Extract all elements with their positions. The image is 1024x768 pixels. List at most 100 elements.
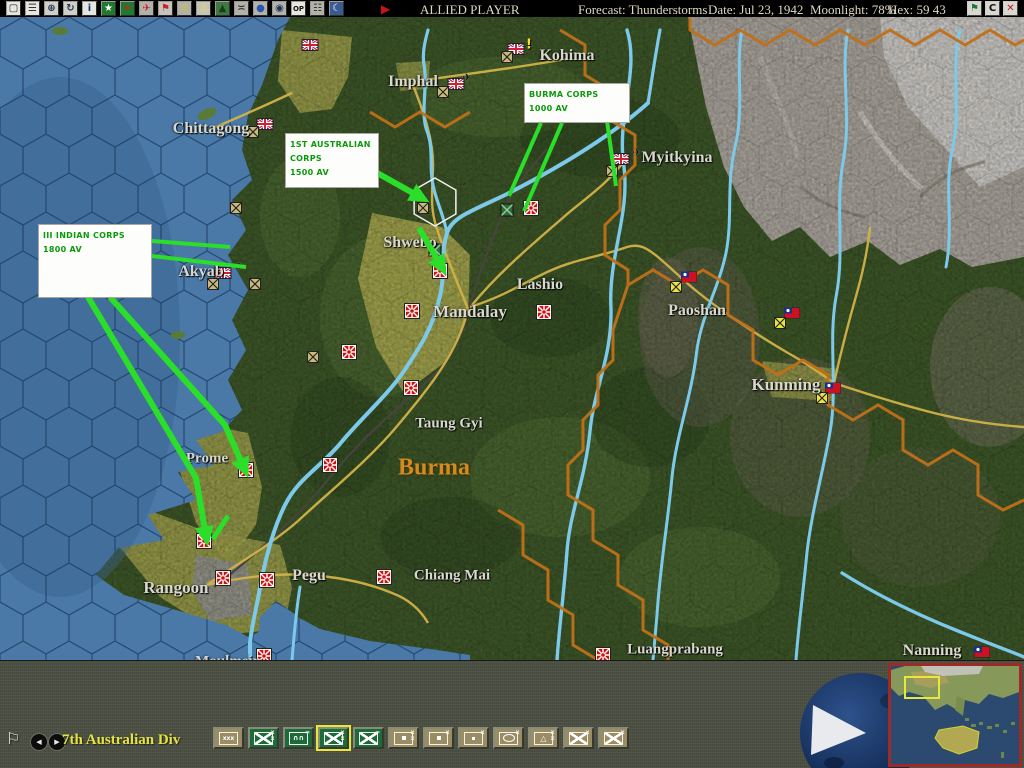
unit-infantry-selected-button[interactable]: xx [316,725,351,751]
globe-zoom-icon[interactable]: ◉ [272,1,287,16]
city-label-myitkyina: Myitkyina [641,149,713,166]
jp-unit-icon[interactable] [432,263,448,279]
unit-infantry-2-button[interactable]: = [353,727,384,749]
status-bar: ⚐ ◀ ▶ 7th Australian Div xxx x x ∩∩ = x x = x x x x… [0,660,1024,768]
unit-artillery-1-button[interactable]: xx [388,727,419,749]
unit-infantry-3-button[interactable]: x [563,727,594,749]
flag-toggle-button[interactable]: ⚑ [967,1,982,16]
uk-unit-icon[interactable] [255,116,275,132]
op-report-icon[interactable]: OP [291,1,306,16]
plane-unit-icon: ✈ [235,260,245,273]
close-button[interactable]: ✕ [1003,1,1018,16]
hex-coords-label: Hex: 59 43 [888,2,946,17]
unit-size-marks: xx [270,729,275,742]
toolbar: ▢ ☰ ⊕ ↻ i ★ ✈ ✈ ⚑ ⚓ ⚓ ▲ ≍ ● ◉ OP ☷ ☾ [6,1,348,16]
sup-unit-icon[interactable] [417,202,429,214]
sup-unit-icon[interactable] [230,202,242,214]
jp-unit-icon[interactable] [238,462,254,478]
unit-size-marks: = [374,729,381,736]
ys-unit-icon[interactable] [774,317,786,329]
flag-mode-icon[interactable]: ⚑ [158,1,173,16]
uk-unit-icon[interactable] [300,37,320,53]
jp-unit-icon[interactable] [196,533,212,549]
uk-unit-icon[interactable] [611,151,631,167]
city-label-rangoon: Rangoon [143,578,209,597]
city-label-kunming: Kunming [751,375,821,394]
unit-size-marks: = [304,729,311,736]
jp-unit-icon[interactable] [215,570,231,586]
plane-unit-icon: ✈ [462,71,472,84]
jp-unit-icon[interactable] [523,200,539,216]
strategic-map[interactable]: ! ✈ ✈ ✈ Kohima Imphal Chittagong Myitkyina Shweb… [0,17,1024,660]
forecast-label: Forecast: Thunderstorms [578,2,708,17]
city-label-akyab: Akyab [178,263,224,280]
city-label-chiang-mai: Chiang Mai [413,567,491,584]
city-label-imphal: Imphal [388,73,438,90]
jp-unit-icon[interactable] [595,647,611,660]
unit-motorized-button[interactable]: ∩∩ = [283,727,314,749]
sup-unit-icon[interactable] [437,86,449,98]
jp-unit-icon[interactable] [322,457,338,473]
sup-unit-icon[interactable] [307,351,319,363]
plane-unit-icon: ✈ [632,146,642,159]
bridge-icon[interactable]: ≍ [234,1,249,16]
date-label: Date: Jul 23, 1942 [708,2,804,17]
sup-unit-icon[interactable] [501,51,513,63]
zoom-cycle-icon[interactable]: ↻ [63,1,78,16]
jp-unit-icon[interactable] [341,344,357,360]
info-icon[interactable]: i [82,1,97,16]
terrain-icon[interactable]: ▲ [215,1,230,16]
jp-unit-icon[interactable] [376,569,392,585]
jp-unit-icon[interactable] [259,572,275,588]
unit-armor-button[interactable]: x [493,727,524,749]
air-combat-icon[interactable]: ✈ [120,1,135,16]
prev-unit-button[interactable]: ◀ [30,733,48,751]
globe-icon[interactable]: ● [253,1,268,16]
city-label-pegu: Pegu [292,567,326,584]
sup-unit-icon[interactable] [606,165,618,177]
alert-unit-icon: ! [526,37,532,53]
unit-button-row: xxx x x ∩∩ = x x = x x x x x △ x x x x [213,725,629,751]
game-screen: { "title_bar": { "player": "ALLIED PLAYE… [0,0,1024,768]
zoom-in-icon[interactable]: ⊕ [44,1,59,16]
city-label-lashio: Lashio [516,276,564,293]
unit-size-marks: x [620,729,625,736]
unit-mortar-button[interactable]: x [458,727,489,749]
star-icon[interactable]: ★ [101,1,116,16]
title-bar: ▢ ☰ ⊕ ↻ i ★ ✈ ✈ ⚑ ⚓ ⚓ ▲ ≍ ● ◉ OP ☷ ☾ ▶ ALLIED PLAYER Fore… [0,0,1024,17]
sup-unit-icon[interactable] [249,278,261,290]
moonlight-label: Moonlight: 78% [810,2,896,17]
save-icon[interactable]: ▢ [6,1,21,16]
report-icon[interactable]: ☰ [25,1,40,16]
air-transfer-icon[interactable]: ✈ [139,1,154,16]
unit-aa-button[interactable]: △ x x [528,727,559,749]
unit-infantry-4-button[interactable]: x [598,727,629,749]
flag-toggle-icon[interactable]: ⚐ [6,729,20,748]
jp-unit-icon[interactable] [404,303,420,319]
c-button[interactable]: C [985,1,1000,16]
city-label-shwebo: Shwebo [383,234,437,251]
weather-icon[interactable]: ☾ [329,1,344,16]
jp-unit-icon[interactable] [403,380,419,396]
unit-artillery-2-button[interactable]: x [423,727,454,749]
naval-icon[interactable]: ⚓ [177,1,192,16]
ys-unit-icon[interactable] [670,281,682,293]
city-label-paoshan: Paoshan [668,302,726,319]
city-label-kohima: Kohima [539,47,595,64]
unit-hq-button[interactable]: xxx [213,727,244,749]
jp-unit-icon[interactable] [536,304,552,320]
end-turn-icon[interactable]: ▶ [378,1,393,16]
gu-unit-icon[interactable] [500,203,514,217]
unit-size-marks: x [445,729,450,736]
cn-unit-icon[interactable] [973,646,991,658]
task-force-icon[interactable]: ⚓ [196,1,211,16]
minimap[interactable] [888,663,1022,767]
unit-symbol: xxx [219,731,238,745]
ruler-icon[interactable]: ☷ [310,1,325,16]
cn-unit-icon[interactable] [783,307,801,319]
unit-infantry-1-button[interactable]: xx [248,727,279,749]
unit-size-marks: x [515,729,520,736]
cn-unit-icon[interactable] [680,271,698,283]
region-label-burma: Burma [398,454,470,481]
unit-size-marks: x [480,729,485,736]
